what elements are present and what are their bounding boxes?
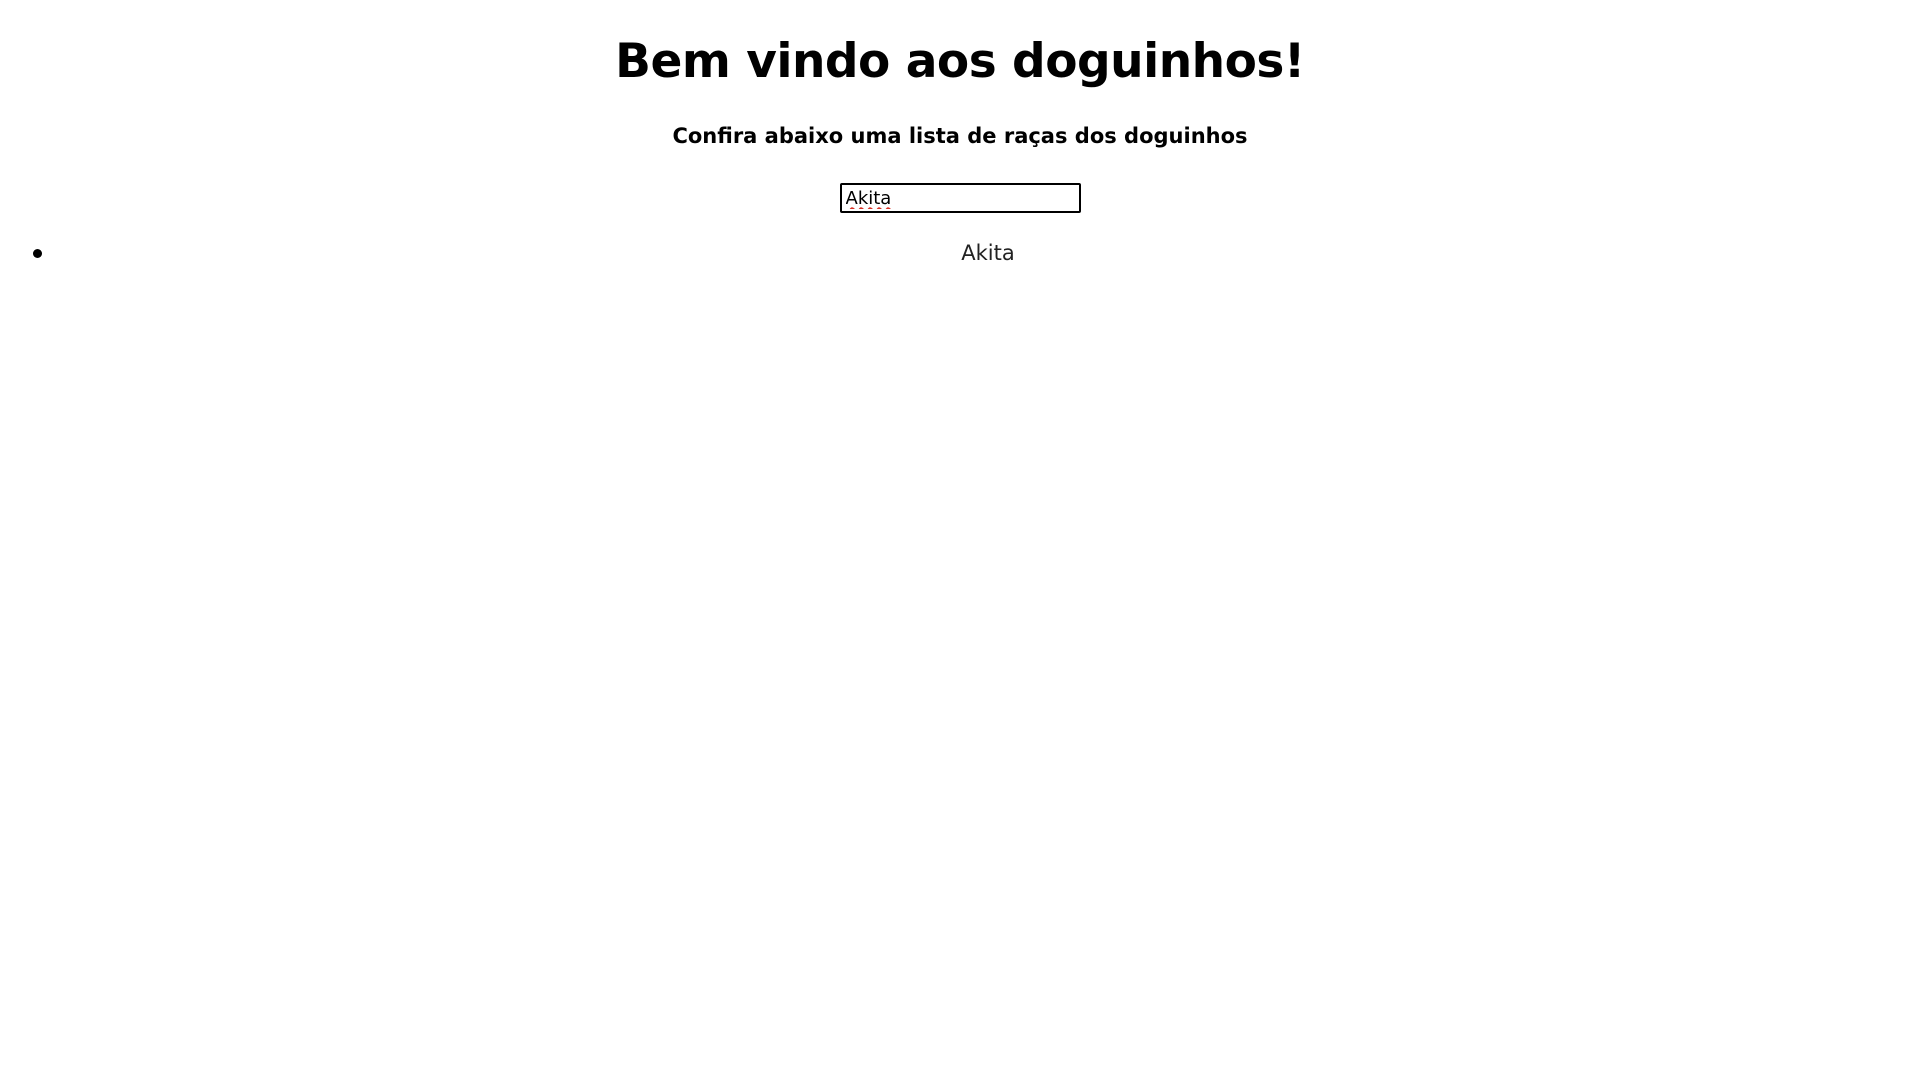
search-container	[0, 183, 1920, 213]
list-item: Akita	[0, 238, 1920, 268]
page: Bem vindo aos doguinhos! Confira abaixo …	[0, 0, 1920, 1080]
bullet-icon	[33, 249, 42, 258]
page-subtitle: Confira abaixo uma lista de raças dos do…	[672, 124, 1248, 148]
breed-name: Akita	[961, 241, 1015, 265]
page-title: Bem vindo aos doguinhos!	[615, 34, 1305, 89]
breed-list: Akita	[0, 238, 1920, 268]
breed-search-input[interactable]	[839, 183, 1081, 213]
